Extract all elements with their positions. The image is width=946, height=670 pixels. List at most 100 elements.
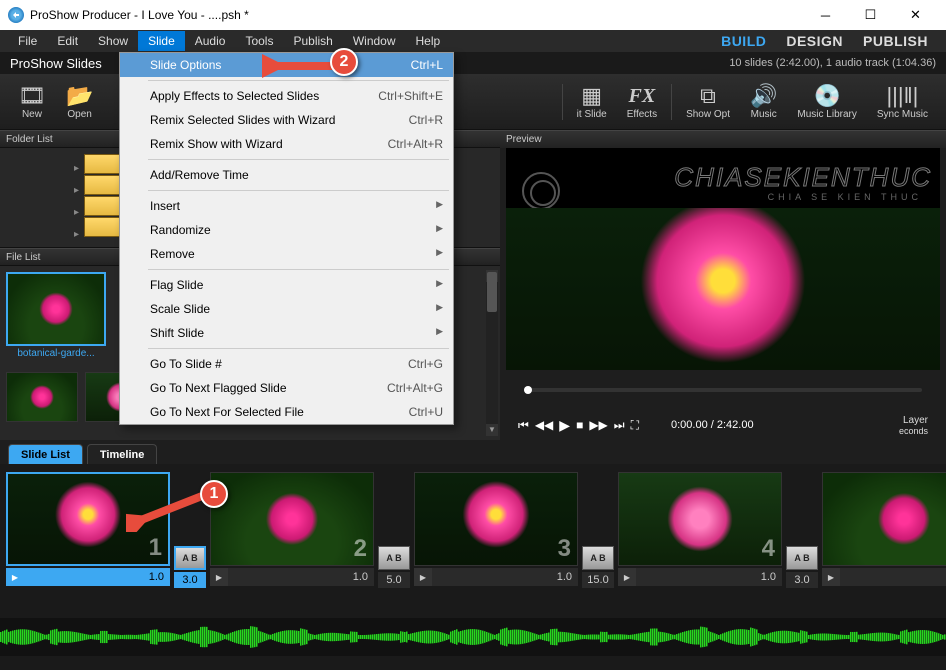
transition-duration[interactable]: 5.0 <box>378 572 410 588</box>
slide-number: 1 <box>149 534 162 562</box>
transition-3[interactable]: A B 15.0 <box>582 472 614 618</box>
transition-duration[interactable]: 15.0 <box>582 572 614 588</box>
menu-file[interactable]: File <box>8 31 47 51</box>
fx-icon: FX <box>629 83 656 109</box>
slide-icon: ▦ <box>581 83 602 109</box>
transition-2[interactable]: A B 5.0 <box>378 472 410 618</box>
file-list-scrollbar[interactable]: ▲ ▼ <box>486 270 498 436</box>
toolbar-open[interactable]: 📂Open <box>56 79 103 124</box>
slide-menu-dropdown: Slide OptionsCtrl+LApply Effects to Sele… <box>119 52 454 425</box>
transition-icon[interactable]: A B <box>786 546 818 570</box>
annotation-arrow-1 <box>126 492 206 535</box>
layer-sub: econds <box>899 426 928 436</box>
fullscreen-icon[interactable]: ⛶ <box>631 418 639 433</box>
app-logo-icon <box>8 7 24 23</box>
folder-open-icon: 📂 <box>66 83 93 109</box>
slide-duration[interactable]: 1.0 <box>228 568 374 586</box>
preview-time: 0:00.00 / 2:42.00 <box>671 419 754 431</box>
file-caption: botanical-garde... <box>6 348 106 359</box>
chevron-right-icon: ▶ <box>436 326 443 340</box>
menu-show[interactable]: Show <box>88 31 138 51</box>
slide-number: 3 <box>558 535 571 563</box>
menu-item-go-to-next-for-selected-file[interactable]: Go To Next For Selected FileCtrl+U <box>120 400 453 424</box>
audio-track[interactable] <box>0 618 946 656</box>
transition-icon[interactable]: A B <box>174 546 206 570</box>
menu-item-apply-effects-to-selected-slides[interactable]: Apply Effects to Selected SlidesCtrl+Shi… <box>120 84 453 108</box>
skip-end-icon[interactable]: ⏭ <box>614 418 625 433</box>
slide-play-icon[interactable]: ▶ <box>414 568 432 586</box>
toolbar-music[interactable]: 🔊Music <box>740 79 787 124</box>
skip-start-icon[interactable]: ⏮ <box>518 418 529 433</box>
slide-number: 4 <box>762 535 775 563</box>
menu-bar: FileEditShowSlideAudioToolsPublishWindow… <box>0 30 946 52</box>
menu-item-randomize[interactable]: Randomize▶ <box>120 218 453 242</box>
maximize-button[interactable]: ☐ <box>848 0 893 30</box>
minimize-button[interactable]: ─ <box>803 0 848 30</box>
play-icon[interactable]: ▶ <box>559 417 570 434</box>
slide-play-icon[interactable]: ▶ <box>618 568 636 586</box>
chevron-right-icon: ▶ <box>436 223 443 237</box>
menu-tools[interactable]: Tools <box>235 31 283 51</box>
slide-play-icon[interactable]: ▶ <box>6 568 24 586</box>
menu-edit[interactable]: Edit <box>47 31 88 51</box>
transition-icon[interactable]: A B <box>378 546 410 570</box>
menu-item-scale-slide[interactable]: Scale Slide▶ <box>120 297 453 321</box>
speaker-icon: 🔊 <box>750 83 777 109</box>
slide-3[interactable]: 3 ▶1.0 <box>414 472 578 618</box>
slide-duration[interactable]: 1.0 <box>432 568 578 586</box>
mode-publish[interactable]: PUBLISH <box>853 33 938 49</box>
menu-item-remix-selected-slides-with-wizard[interactable]: Remix Selected Slides with WizardCtrl+R <box>120 108 453 132</box>
mode-design[interactable]: DESIGN <box>776 33 853 49</box>
toolbar-music-library[interactable]: 💿Music Library <box>787 79 866 124</box>
subbar-title: ProShow Slides <box>10 56 102 71</box>
preview-header: Preview <box>500 130 946 148</box>
transition-4[interactable]: A B 3.0 <box>786 472 818 618</box>
toolbar-sync-music[interactable]: |||‖|Sync Music <box>867 79 938 124</box>
toolbar-it-slide[interactable]: ▦it Slide <box>567 79 617 124</box>
menu-item-shift-slide[interactable]: Shift Slide▶ <box>120 321 453 345</box>
menu-item-add-remove-time[interactable]: Add/Remove Time <box>120 163 453 187</box>
scroll-down-icon[interactable]: ▼ <box>486 424 498 436</box>
next-icon[interactable]: ▶▶ <box>589 418 607 432</box>
file-thumb-selected[interactable]: botanical-garde... <box>6 272 106 359</box>
slide-duration[interactable] <box>840 568 946 586</box>
transition-duration[interactable]: 3.0 <box>174 572 206 588</box>
preview-seek-bar[interactable] <box>524 388 922 392</box>
window-titlebar: ProShow Producer - I Love You - ....psh … <box>0 0 946 30</box>
slide-duration[interactable]: 1.0 <box>24 568 170 586</box>
tab-timeline[interactable]: Timeline <box>87 444 157 464</box>
file-thumb[interactable] <box>6 372 78 422</box>
menu-item-go-to-slide-[interactable]: Go To Slide #Ctrl+G <box>120 352 453 376</box>
stop-icon[interactable]: ■ <box>576 418 583 432</box>
mode-build[interactable]: BUILD <box>711 33 776 49</box>
menu-help[interactable]: Help <box>406 31 451 51</box>
toolbar-show-opt[interactable]: ⧉Show Opt <box>676 79 740 124</box>
transition-duration[interactable]: 3.0 <box>786 572 818 588</box>
film-icon: 🎞 <box>18 83 46 109</box>
close-button[interactable]: ✕ <box>893 0 938 30</box>
transition-icon[interactable]: A B <box>582 546 614 570</box>
chevron-right-icon: ▶ <box>436 278 443 292</box>
menu-slide[interactable]: Slide <box>138 31 185 51</box>
menu-item-remove[interactable]: Remove▶ <box>120 242 453 266</box>
slide-2[interactable]: 2▶1.0 <box>210 472 374 618</box>
slide-duration[interactable]: 1.0 <box>636 568 782 586</box>
layer-label: Layer <box>899 415 928 426</box>
slide-play-icon[interactable]: ▶ <box>822 568 840 586</box>
menu-item-remix-show-with-wizard[interactable]: Remix Show with WizardCtrl+Alt+R <box>120 132 453 156</box>
toolbar-new[interactable]: 🎞New <box>8 79 56 124</box>
slide-play-icon[interactable]: ▶ <box>210 568 228 586</box>
slide-5[interactable]: 5▶ <box>822 472 946 618</box>
toolbar-effects[interactable]: FXEffects <box>617 79 667 124</box>
prev-icon[interactable]: ◀◀ <box>535 418 553 432</box>
tab-slide-list[interactable]: Slide List <box>8 444 83 464</box>
slide-4[interactable]: 4 ▶1.0 <box>618 472 782 618</box>
chevron-right-icon: ▶ <box>436 302 443 316</box>
menu-item-insert[interactable]: Insert▶ <box>120 194 453 218</box>
preview-viewport[interactable]: CHIASEKIENTHUC CHIA SE KIEN THUC <box>506 148 940 370</box>
preview-logo-icon <box>522 172 560 210</box>
menu-item-go-to-next-flagged-slide[interactable]: Go To Next Flagged SlideCtrl+Alt+G <box>120 376 453 400</box>
menu-audio[interactable]: Audio <box>185 31 236 51</box>
menu-item-flag-slide[interactable]: Flag Slide▶ <box>120 273 453 297</box>
annotation-badge-1: 1 <box>200 480 228 508</box>
